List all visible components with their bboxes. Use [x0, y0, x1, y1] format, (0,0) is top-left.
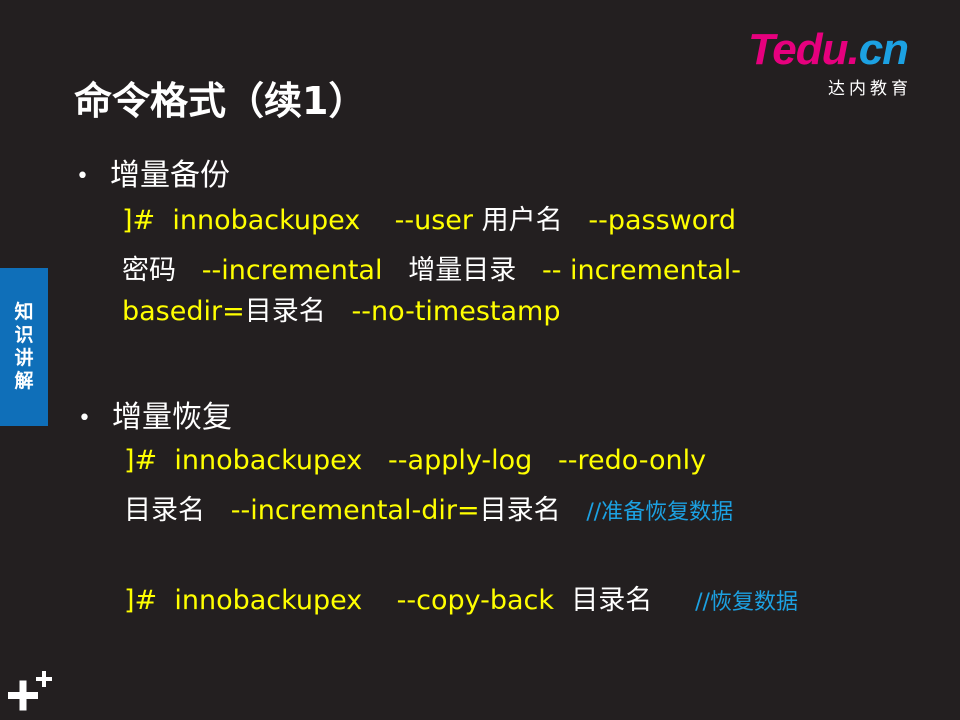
code-line: ]# innobackupex --copy-back 目录名 //恢复数据	[124, 584, 798, 620]
prompt: ]#	[124, 445, 158, 476]
plus-icon	[8, 671, 52, 711]
argument: 密码	[122, 255, 176, 286]
option: --incremental-dir=	[230, 495, 480, 526]
option: --user	[394, 205, 474, 236]
argument: 增量目录	[408, 255, 517, 286]
command: innobackupex	[174, 445, 363, 476]
command: innobackupex	[174, 585, 363, 616]
bullet-dot-icon: •	[78, 406, 91, 431]
argument: 用户名	[481, 205, 563, 236]
logo-cn: cn	[858, 25, 909, 74]
tab-char: 解	[14, 370, 34, 392]
option: --copy-back	[396, 585, 555, 616]
tab-char: 知	[14, 301, 34, 323]
argument: 目录名	[571, 585, 653, 616]
slide-title: 命令格式（续1）	[74, 79, 367, 123]
section-heading: 增量恢复	[112, 400, 232, 435]
option: basedir=	[122, 296, 245, 327]
bullet-incremental-backup: • 增量备份	[76, 150, 230, 194]
logo-edu: edu.	[772, 25, 859, 74]
comment: //准备恢复数据	[586, 500, 734, 525]
argument: 目录名	[124, 495, 205, 526]
option: -- incremental-	[541, 255, 742, 286]
option: --incremental	[201, 255, 383, 286]
bullet-dot-icon: •	[76, 164, 89, 189]
tab-char: 讲	[14, 347, 34, 369]
prompt: ]#	[122, 205, 156, 236]
code-line: 密码 --incremental 增量目录 -- incremental-	[122, 254, 741, 288]
option: --redo-only	[558, 445, 707, 476]
option: --apply-log	[388, 445, 533, 476]
command: innobackupex	[172, 205, 361, 236]
bullet-incremental-restore: • 增量恢复	[78, 392, 232, 436]
logo-subtitle: 达内教育	[828, 79, 912, 99]
argument: 目录名	[244, 296, 326, 327]
argument: 目录名	[479, 495, 561, 526]
code-line: 目录名 --incremental-dir=目录名 //准备恢复数据	[124, 494, 733, 530]
tab-char: 识	[14, 324, 34, 346]
logo-t: T	[748, 25, 773, 74]
option: --no-timestamp	[351, 296, 561, 327]
tedu-logo: Tedu.cn 达内教育	[748, 25, 928, 100]
code-line: basedir=目录名 --no-timestamp	[122, 295, 560, 329]
option: --password	[588, 205, 737, 236]
section-heading: 增量备份	[110, 158, 230, 193]
knowledge-tab: 知 识 讲 解	[0, 268, 48, 426]
code-line: ]# innobackupex --user 用户名 --password	[122, 204, 736, 238]
code-line: ]# innobackupex --apply-log --redo-only	[124, 444, 706, 478]
prompt: ]#	[124, 585, 158, 616]
comment: //恢复数据	[695, 590, 798, 615]
